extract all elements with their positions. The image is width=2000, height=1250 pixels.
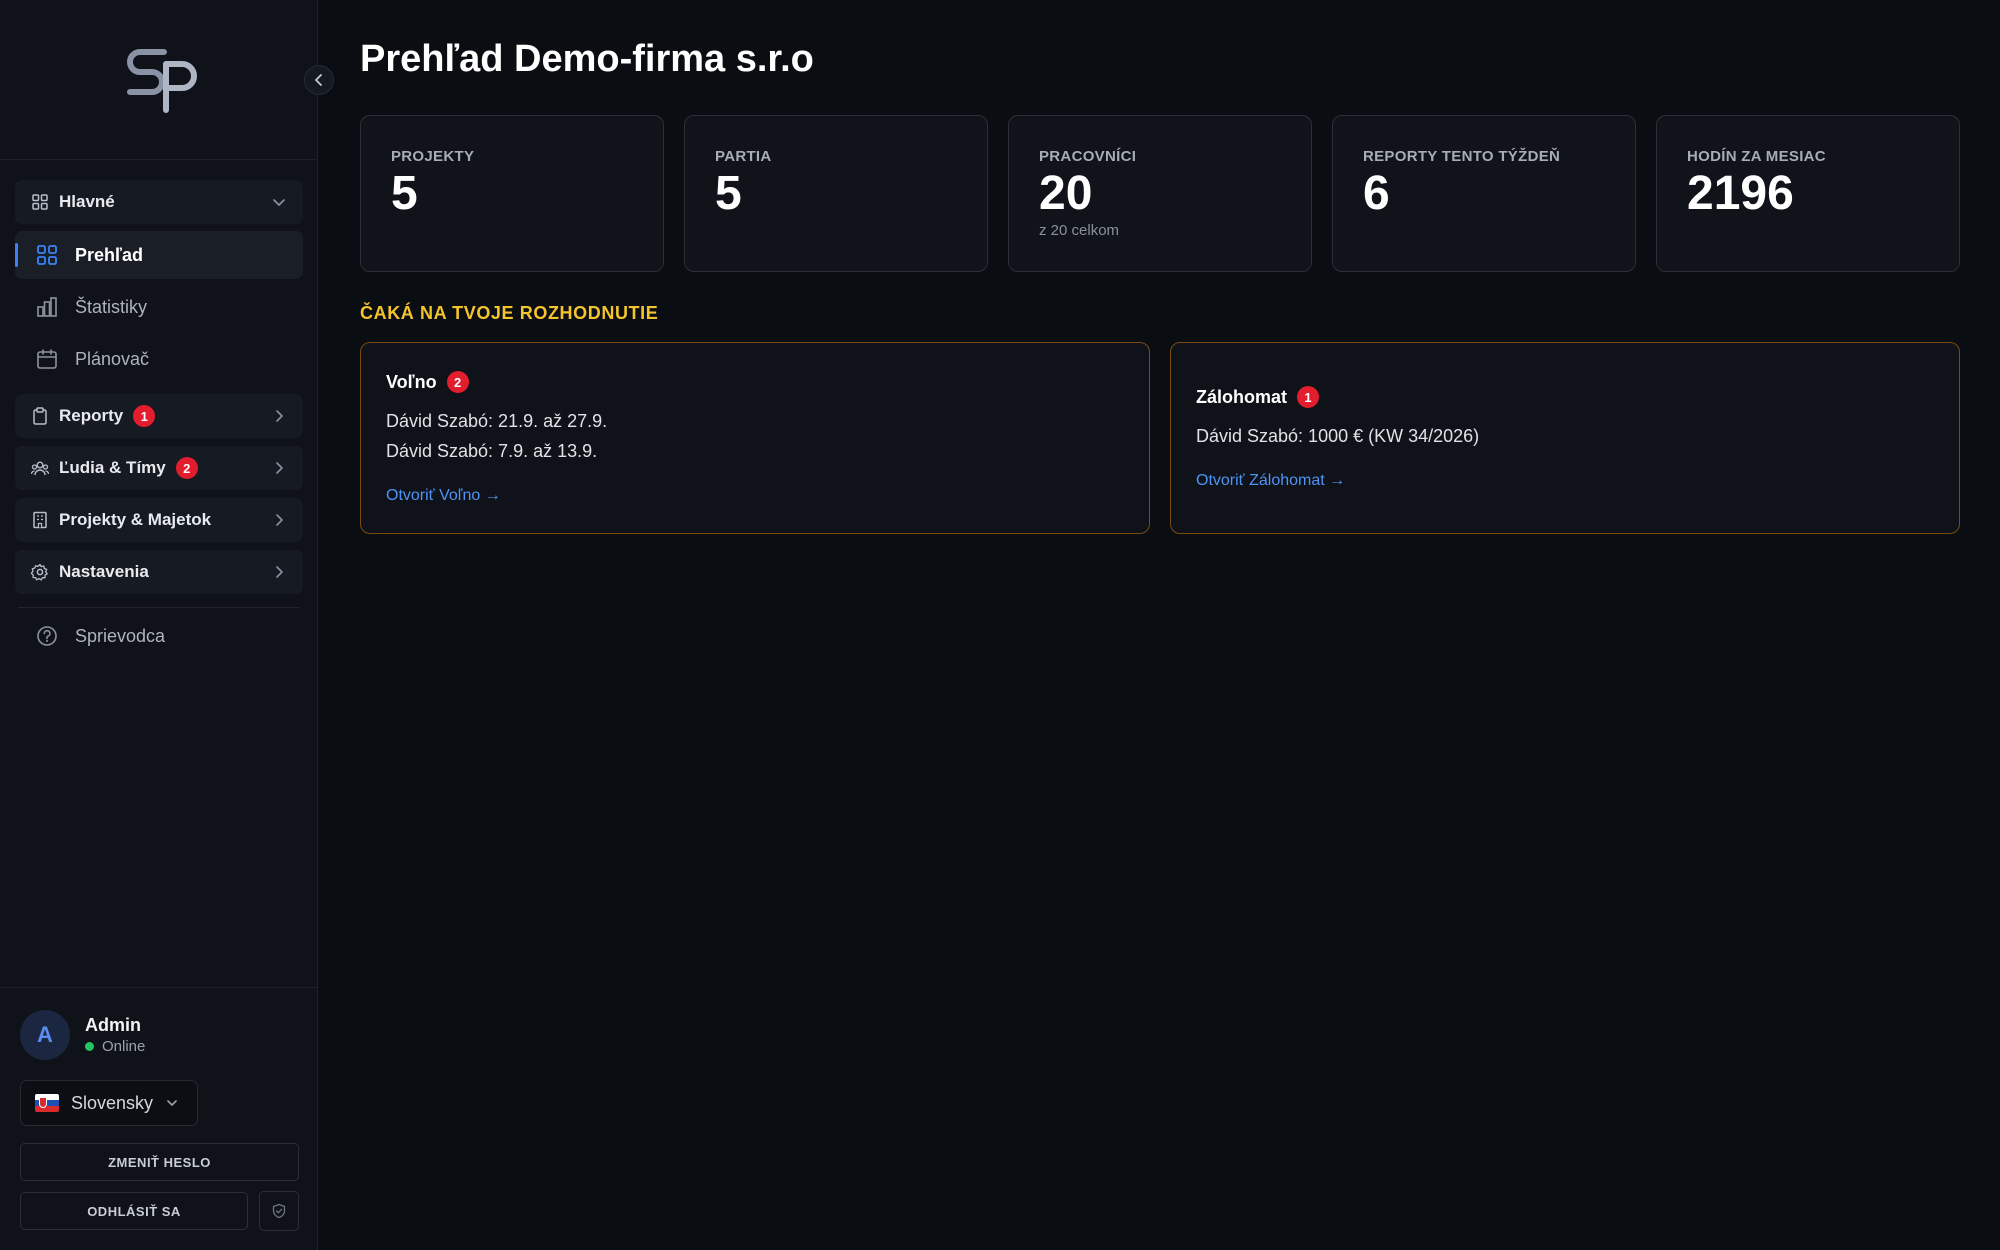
open-zalohomat-link[interactable]: Otvoriť Zálohomat → [1196, 472, 1345, 490]
logout-button[interactable]: ODHLÁSIŤ SA [20, 1192, 248, 1230]
pending-decisions-title: ČAKÁ NA TVOJE ROZHODNUTIE [360, 303, 659, 323]
sidebar: Hlavné Prehľad Štatistiky Plánovač Repor… [0, 0, 334, 1250]
chevron-right-icon [276, 514, 283, 526]
sidebar-group-hlavne[interactable]: Hlavné [15, 180, 303, 224]
stat-card-partia[interactable]: PARTIA 5 [684, 115, 988, 272]
decision-item: Dávid Szabó: 1000 € (KW 34/2026) [1196, 426, 1480, 446]
notification-badge: 1 [1297, 386, 1320, 408]
stat-label: PRACOVNÍCI [1039, 148, 1137, 165]
sidebar-group-nastavenia[interactable]: Nastavenia [15, 550, 303, 594]
app-logo [127, 49, 197, 113]
help-circle-icon [35, 624, 59, 648]
sidebar-group-label: Reporty [59, 406, 124, 425]
sidebar-item-label: Sprievodca [75, 625, 166, 646]
online-status-dot [85, 1042, 94, 1051]
sidebar-group-label: Projekty & Majetok [59, 510, 212, 529]
chevron-right-icon [276, 566, 283, 578]
stat-label: HODÍN ZA MESIAC [1687, 148, 1826, 165]
notification-badge: 2 [446, 371, 469, 393]
chevron-right-icon [276, 462, 283, 474]
stat-card-pracovnici[interactable]: PRACOVNÍCI 20 z 20 celkom [1008, 115, 1312, 272]
sidebar-group-label: Ľudia & Tímy [59, 458, 166, 477]
avatar[interactable]: A [20, 1010, 70, 1060]
page-title: Prehľad Demo-firma s.r.o [360, 38, 814, 80]
logo-area [0, 0, 318, 160]
shield-check-icon [272, 1203, 286, 1219]
sidebar-item-planovac[interactable]: Plánovač [15, 335, 303, 383]
sidebar-group-label: Hlavné [59, 192, 115, 211]
stat-label: PARTIA [715, 148, 772, 165]
chevron-down-icon [273, 199, 285, 206]
grid-icon [31, 193, 49, 211]
sidebar-group-projekty-majetok[interactable]: Projekty & Majetok [15, 498, 303, 542]
stat-value: 6 [1363, 167, 1390, 220]
slovak-flag-icon [35, 1094, 59, 1112]
sidebar-group-reporty[interactable]: Reporty 1 [15, 394, 303, 438]
decision-card-zalohomat: Zálohomat 1 Dávid Szabó: 1000 € (KW 34/2… [1170, 342, 1960, 534]
open-volno-link[interactable]: Otvoriť Voľno → [386, 487, 501, 505]
user-panel: A Admin Online Slovensky ZMENIŤ HESLO OD… [0, 987, 318, 1250]
decision-card-title: Voľno 2 [386, 371, 469, 393]
chevron-left-icon [315, 74, 322, 86]
bar-chart-icon [35, 295, 59, 319]
decision-item: Dávid Szabó: 7.9. až 13.9. [386, 441, 598, 461]
collapse-sidebar-button[interactable] [304, 65, 334, 95]
decision-card-title-label: Voľno [386, 371, 437, 392]
chevron-down-icon [167, 1100, 177, 1106]
building-icon [31, 511, 49, 529]
sidebar-item-prehlad[interactable]: Prehľad [15, 231, 303, 279]
stat-value: 20 [1039, 167, 1093, 220]
stat-value: 5 [715, 167, 742, 220]
language-label: Slovensky [71, 1092, 154, 1113]
stat-value: 5 [391, 167, 418, 220]
sidebar-item-label: Plánovač [75, 348, 150, 369]
stat-card-reporty-tento-tyzden[interactable]: REPORTY TENTO TÝŽDEŇ 6 [1332, 115, 1636, 272]
user-status-label: Online [102, 1038, 146, 1055]
sidebar-item-label: Prehľad [75, 244, 143, 265]
decision-card-title-label: Zálohomat [1196, 386, 1288, 407]
sidebar-item-statistiky[interactable]: Štatistiky [15, 283, 303, 331]
change-password-button[interactable]: ZMENIŤ HESLO [20, 1143, 299, 1181]
decision-card-title: Zálohomat 1 [1196, 386, 1320, 408]
user-name: Admin [85, 1015, 141, 1035]
decision-item: Dávid Szabó: 21.9. až 27.9. [386, 411, 608, 431]
clipboard-icon [31, 407, 49, 425]
sidebar-divider [18, 607, 300, 608]
security-button[interactable] [259, 1191, 299, 1231]
chevron-right-icon [276, 410, 283, 422]
notification-badge: 2 [175, 457, 198, 479]
sidebar-item-sprievodca[interactable]: Sprievodca [15, 612, 303, 660]
sidebar-group-ludia-timy[interactable]: Ľudia & Tímy 2 [15, 446, 303, 490]
sidebar-group-label: Nastavenia [59, 562, 149, 581]
users-icon [31, 459, 49, 477]
user-status: Online [85, 1038, 145, 1055]
notification-badge: 1 [133, 405, 156, 427]
stat-value: 2196 [1687, 167, 1794, 220]
stat-card-projekty[interactable]: PROJEKTY 5 [360, 115, 664, 272]
calendar-icon [35, 347, 59, 371]
sidebar-item-label: Štatistiky [75, 296, 148, 317]
stat-label: PROJEKTY [391, 148, 475, 165]
dashboard-icon [35, 243, 59, 267]
language-select[interactable]: Slovensky [20, 1080, 198, 1126]
decision-card-volno: Voľno 2 Dávid Szabó: 21.9. až 27.9. Dávi… [360, 342, 1150, 534]
gear-icon [31, 563, 49, 581]
stat-subtext: z 20 celkom [1039, 222, 1120, 239]
stat-label: REPORTY TENTO TÝŽDEŇ [1363, 148, 1561, 165]
stat-card-hodin-za-mesiac[interactable]: HODÍN ZA MESIAC 2196 [1656, 115, 1960, 272]
